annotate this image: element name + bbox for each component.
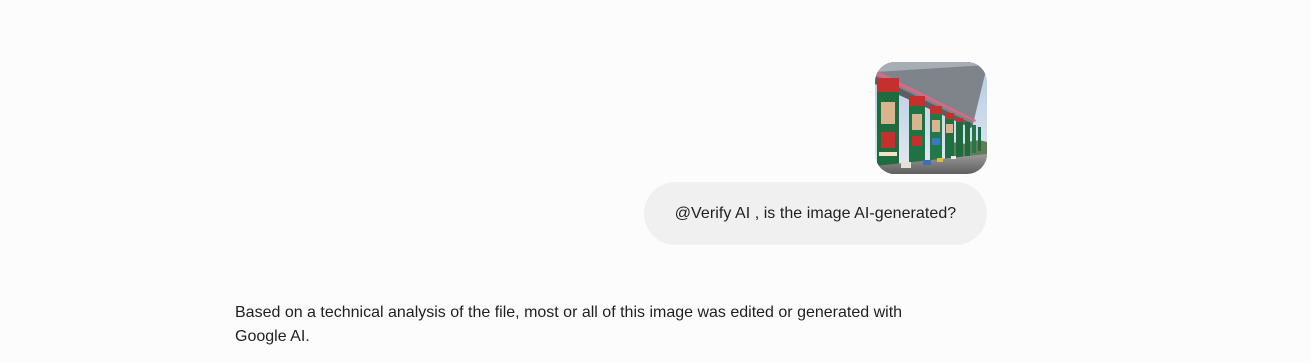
user-query-text: @Verify AI , is the image AI-generated?: [674, 204, 957, 222]
user-message: @Verify AI , is the image AI-generated?: [644, 62, 987, 245]
model-response-text: Based on a technical analysis of the fil…: [235, 304, 903, 345]
chat-conversation: @Verify AI , is the image AI-generated? …: [0, 0, 1311, 363]
metro-pillars-photo-icon: [875, 62, 987, 174]
image-attachment-thumbnail[interactable]: [875, 62, 987, 174]
model-response: Based on a technical analysis of the fil…: [235, 301, 955, 349]
user-query-bubble: @Verify AI , is the image AI-generated?: [644, 182, 987, 245]
